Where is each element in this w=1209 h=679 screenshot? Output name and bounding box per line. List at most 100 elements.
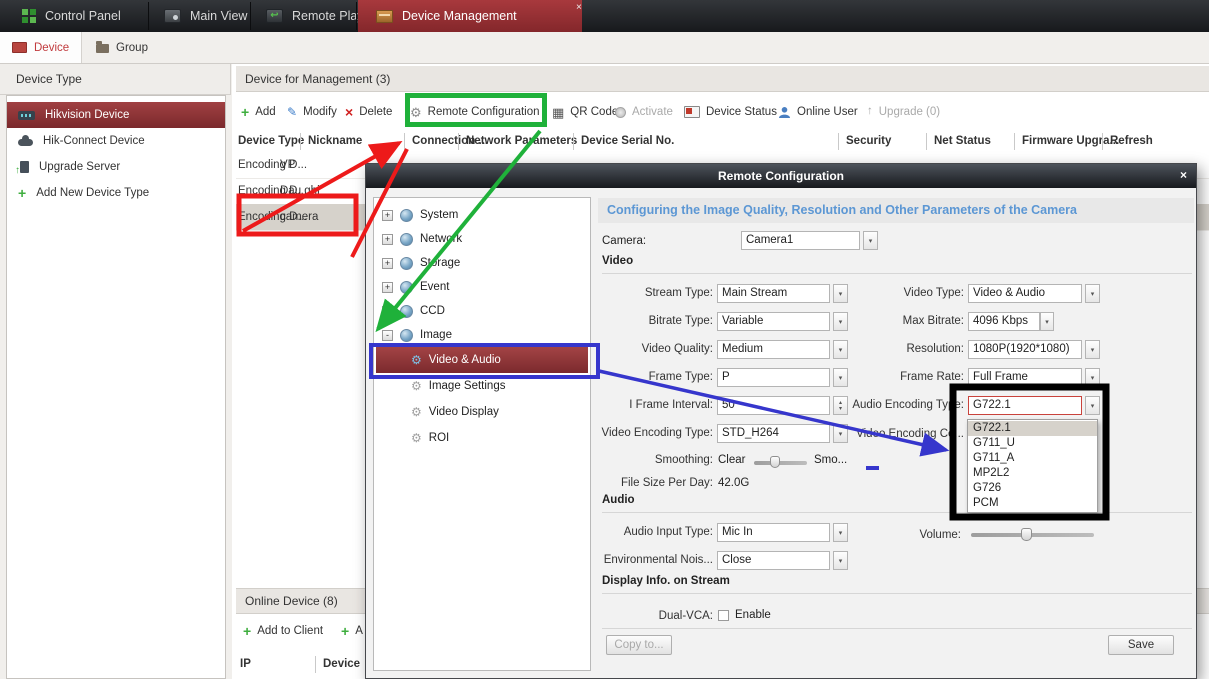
dual-vca-checkbox-label: Enable [735,609,771,621]
online-user-button[interactable]: Online User [778,102,858,122]
gear-icon: ⚙ [411,354,422,366]
expand-icon[interactable]: + [382,234,393,245]
smoothing-slider-thumb[interactable] [770,456,780,468]
video-type-select[interactable]: Video & Audio [968,284,1082,303]
sidebar-item-label: Add New Device Type [36,187,149,199]
camera-label: Camera: [602,235,646,247]
column-header-security[interactable]: Security [838,133,891,150]
chevron-down-icon: ▾ [1091,346,1095,354]
dropdown-option[interactable]: G711_U [968,436,1097,451]
copy-to-button[interactable]: Copy to... [606,635,672,655]
remote-configuration-button[interactable]: ⚙ Remote Configuration [410,102,540,122]
add-all-button[interactable]: + A [341,624,363,638]
audio-encoding-dropdown-list: G722.1 G711_U G711_A MP2L2 G726 PCM [967,419,1098,513]
sidebar-item-hik-connect-device[interactable]: Hik-Connect Device [7,128,225,154]
smoothing-slider-track[interactable] [754,461,807,465]
nav-tab-main-view[interactable]: Main View [150,0,261,32]
volume-slider-track[interactable] [971,533,1094,537]
dropdown-option[interactable]: MP2L2 [968,466,1097,481]
add-button[interactable]: + Add [241,102,276,122]
column-header-network-parameters[interactable]: Network Parameters [458,133,577,150]
column-header-device-serial-no[interactable]: Device Serial No. [573,133,674,150]
video-encoding-complexity-label: Video Encoding Co... [796,428,964,440]
nav-close-icon[interactable]: × [576,2,582,13]
category-globe-icon [400,233,413,246]
environmental-noise-label: Environmental Nois... [546,554,713,566]
gear-icon: ⚙ [411,406,422,418]
file-size-label: File Size Per Day: [546,477,713,489]
frame-rate-arrow[interactable]: ▾ [1085,368,1100,387]
volume-slider-thumb[interactable] [1021,528,1032,541]
audio-input-type-select[interactable]: Mic In [717,523,830,542]
tree-item-system[interactable]: + System [374,203,590,227]
frame-rate-select[interactable]: Full Frame [968,368,1082,387]
sidebar-item-hikvision-device[interactable]: Hikvision Device [7,102,225,128]
delete-button[interactable]: × Delete [345,102,392,122]
smoothing-label: Smoothing: [546,454,713,466]
tree-item-network[interactable]: + Network [374,227,590,251]
modify-button[interactable]: ✎ Modify [287,102,337,122]
tree-item-label: Image [420,329,452,341]
sidebar-item-upgrade-server[interactable]: Upgrade Server [7,154,225,180]
resolution-arrow[interactable]: ▾ [1085,340,1100,359]
column-header-device-type[interactable]: Device Type [238,133,304,150]
device-for-management-title: Device for Management (3) [245,72,390,86]
gear-icon: ⚙ [411,380,422,392]
tab-label: Device [34,42,69,54]
qr-code-icon: ▦ [552,106,564,119]
cell-device-type: Encoding D... [238,152,307,178]
qr-code-button[interactable]: ▦ QR Code [552,102,618,122]
camera-select[interactable]: Camera1 [741,231,860,250]
chevron-down-icon: ▾ [839,529,843,537]
dialog-close-icon[interactable]: × [1180,168,1187,182]
tree-item-label: Storage [420,257,460,269]
tab-group[interactable]: Group [84,32,160,63]
save-button[interactable]: Save [1108,635,1174,655]
tree-item-storage[interactable]: + Storage [374,251,590,275]
device-status-button[interactable]: Device Status [684,102,777,122]
dropdown-option[interactable]: PCM [968,496,1097,511]
section-divider [602,593,1192,594]
dialog-title-bar[interactable]: Remote Configuration [366,164,1196,188]
resolution-select[interactable]: 1080P(1920*1080) [968,340,1082,359]
control-panel-grid-icon [22,9,36,23]
nav-tab-control-panel[interactable]: Control Panel [8,0,135,32]
dual-vca-checkbox[interactable] [718,610,729,621]
environmental-noise-arrow[interactable]: ▾ [833,551,848,570]
max-bitrate-select[interactable]: 4096 Kbps [968,312,1040,331]
nav-tab-device-management[interactable]: Device Management [358,0,582,32]
column-header-ip[interactable]: IP [240,656,251,673]
upgrade-button[interactable]: ↑ Upgrade (0) [867,102,940,122]
dropdown-option[interactable]: G722.1 [968,421,1097,436]
column-header-device[interactable]: Device [315,656,360,673]
expand-icon[interactable]: + [382,282,393,293]
upgrade-server-icon [20,161,29,173]
button-label: Upgrade (0) [879,106,940,118]
screen: Control Panel Main View ↩ Remote Playbac… [0,0,1209,679]
column-header-nickname[interactable]: Nickname [300,133,362,150]
video-type-arrow[interactable]: ▾ [1085,284,1100,303]
expand-icon[interactable]: + [382,210,393,221]
expand-icon[interactable]: + [382,258,393,269]
tab-device[interactable]: Device [0,32,82,63]
column-header-refresh[interactable]: Refresh [1102,133,1153,150]
tab-bar: Device Group [0,32,1209,64]
expand-icon[interactable]: + [382,306,393,317]
tree-item-label: Video & Audio [429,354,501,366]
dropdown-option[interactable]: G726 [968,481,1097,496]
column-header-net-status[interactable]: Net Status [926,133,991,150]
audio-encoding-type-select[interactable]: G722.1 [968,396,1082,415]
nav-tab-label: Main View [190,9,247,23]
add-to-client-button[interactable]: + Add to Client [243,624,323,638]
chevron-down-icon: ▾ [839,557,843,565]
sidebar-item-add-new-device-type[interactable]: + Add New Device Type [7,180,225,206]
audio-encoding-type-arrow[interactable]: ▾ [1085,396,1100,415]
activate-button[interactable]: Activate [615,102,673,122]
camera-select-arrow[interactable]: ▾ [863,231,878,250]
max-bitrate-arrow[interactable]: ▾ [1040,312,1054,331]
collapse-icon[interactable]: - [382,330,393,341]
dropdown-option[interactable]: G711_A [968,451,1097,466]
user-icon [778,106,791,119]
environmental-noise-select[interactable]: Close [717,551,830,570]
modify-pencil-icon: ✎ [287,106,297,118]
